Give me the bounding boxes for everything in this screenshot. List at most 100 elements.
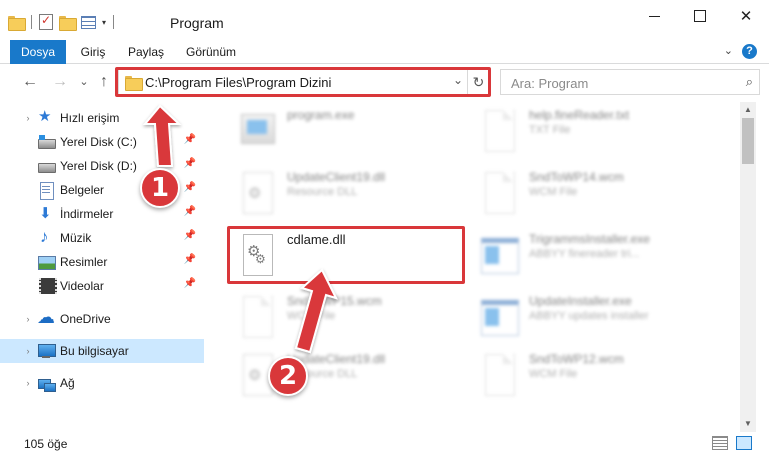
sidebar-item-downloads[interactable]: İndirmeler 📌 (0, 202, 204, 226)
vertical-scrollbar[interactable]: ▲ ▼ (740, 102, 756, 432)
sidebar-item-label: Belgeler (60, 183, 105, 197)
search-icon: ⌕ (745, 74, 753, 89)
sidebar-item-label: Videolar (60, 279, 104, 293)
sidebar-item-label: OneDrive (60, 312, 111, 326)
file-type: Resource DLL (287, 186, 358, 198)
close-button[interactable]: ✕ (723, 0, 769, 32)
cloud-icon (37, 307, 55, 328)
maximize-button[interactable] (677, 0, 723, 32)
file-name: SndToWP12.wcm (529, 352, 624, 366)
sidebar-item-onedrive[interactable]: › OneDrive (0, 307, 204, 331)
file-type: ABBYY updates installer (529, 310, 649, 322)
list-item[interactable]: help.fineReader.txt TXT File (459, 102, 699, 160)
item-count: 105 öğe (24, 437, 68, 451)
scrollbar-thumb[interactable] (742, 118, 754, 164)
sidebar-item-label: Yerel Disk (D:) (60, 159, 137, 173)
window-title: Program (170, 15, 224, 31)
pin-icon: 📌 (183, 182, 196, 193)
highlight-box-address (115, 67, 491, 97)
file-name: SndToWP14.wcm (529, 170, 624, 184)
forward-button[interactable]: → (50, 72, 70, 92)
star-icon (38, 107, 54, 126)
pin-icon: 📌 (183, 230, 196, 241)
list-item[interactable]: ⚙ UpdateClient19.dll Resource DLL (217, 164, 457, 222)
file-type: WCM File (287, 310, 336, 322)
quick-access-toolbar: ▾ (8, 13, 115, 31)
expand-chevron-icon[interactable]: › (22, 314, 34, 324)
toolbar-separator (113, 15, 115, 29)
window-controls: ✕ (631, 0, 769, 32)
application-window-icon (481, 232, 519, 278)
sidebar-item-pictures[interactable]: Resimler 📌 (0, 250, 204, 274)
expand-chevron-icon[interactable]: › (22, 113, 34, 123)
navigation-bar: ← → ⌄ ↑ C:\Program Files\Program Dizini … (0, 64, 769, 102)
file-name: UpdateInstaller.exe (529, 294, 632, 308)
sidebar-item-videos[interactable]: Videolar 📌 (0, 274, 204, 298)
list-item[interactable]: UpdateInstaller.exe ABBYY updates instal… (459, 288, 699, 346)
window-bottom-edge (0, 456, 769, 468)
large-icons-view-icon[interactable] (736, 436, 752, 450)
sidebar-item-label: Bu bilgisayar (60, 344, 129, 358)
list-item[interactable]: SndToWP15.wcm WCM File (217, 288, 457, 346)
details-view-icon[interactable] (712, 436, 728, 450)
tab-gorunum[interactable]: Görünüm (186, 40, 236, 64)
list-item[interactable]: ⚙ UpdateClient19.dll Resource DLL (217, 346, 457, 404)
up-button[interactable]: ↑ (94, 72, 114, 92)
download-icon (38, 204, 54, 222)
music-icon (38, 227, 54, 247)
file-type: WCM File (529, 368, 578, 380)
network-icon (38, 375, 56, 392)
file-icon (481, 352, 517, 398)
sidebar-item-this-pc[interactable]: › Bu bilgisayar (0, 339, 204, 363)
pin-icon: 📌 (183, 206, 196, 217)
file-name: SndToWP15.wcm (287, 294, 382, 308)
file-type: TXT File (529, 124, 571, 136)
callout-badge-1: 1 (140, 168, 180, 208)
properties-icon[interactable] (39, 13, 53, 30)
new-folder-icon[interactable] (59, 15, 77, 31)
pin-icon: 📌 (183, 254, 196, 265)
expand-chevron-icon[interactable]: › (22, 378, 34, 388)
recent-locations-chevron-icon[interactable]: ⌄ (74, 72, 94, 92)
scroll-down-icon[interactable]: ▼ (740, 416, 756, 432)
search-box[interactable]: Ara: Program ⌕ (500, 69, 760, 95)
sidebar-item-music[interactable]: Müzik 📌 (0, 226, 204, 250)
file-name: help.fineReader.txt (529, 108, 630, 122)
file-type: ABBYY finereader tri... (529, 248, 640, 260)
text-file-icon (481, 108, 517, 154)
sidebar-item-local-disk-c[interactable]: Yerel Disk (C:) 📌 (0, 130, 204, 154)
sidebar-item-quick-access[interactable]: › Hızlı erişim (0, 106, 204, 130)
list-item[interactable]: SndToWP12.wcm WCM File (459, 346, 699, 404)
tab-paylas[interactable]: Paylaş (128, 40, 164, 64)
list-item[interactable]: SndToWP14.wcm WCM File (459, 164, 699, 222)
sidebar-item-network[interactable]: › Ağ (0, 371, 204, 395)
disk-icon (38, 134, 56, 150)
expand-chevron-icon[interactable]: › (22, 346, 34, 356)
file-icon (481, 170, 517, 216)
sidebar-item-label: Yerel Disk (C:) (60, 135, 137, 149)
list-item[interactable]: program.exe (217, 102, 457, 160)
expand-ribbon-chevron-icon[interactable]: ⌄ (724, 44, 733, 57)
minimize-button[interactable] (631, 0, 677, 32)
search-input[interactable]: Ara: Program (511, 76, 588, 91)
tab-dosya[interactable]: Dosya (10, 40, 66, 64)
navigation-pane: › Hızlı erişim Yerel Disk (C:) 📌 Yerel D… (0, 102, 204, 432)
sidebar-item-label: Hızlı erişim (60, 111, 120, 125)
folder-icon (8, 15, 26, 31)
dll-file-icon: ⚙ (239, 170, 275, 216)
list-item[interactable]: TrigrammsInstaller.exe ABBYY finereader … (459, 226, 699, 284)
scroll-up-icon[interactable]: ▲ (740, 102, 756, 118)
pin-icon: 📌 (183, 158, 196, 169)
view-options-icon[interactable] (81, 15, 96, 29)
sidebar-item-label: Resimler (60, 255, 108, 269)
back-button[interactable]: ← (20, 72, 40, 92)
picture-icon (38, 254, 56, 270)
help-icon[interactable]: ? (742, 44, 757, 59)
file-name: program.exe (287, 108, 355, 122)
callout-badge-2: 2 (268, 356, 308, 396)
customize-toolbar-chevron-icon[interactable]: ▾ (102, 18, 106, 27)
sidebar-item-label: İndirmeler (60, 207, 114, 221)
application-window-icon (481, 294, 519, 340)
tab-giris[interactable]: Giriş (78, 40, 108, 64)
computer-icon (38, 343, 56, 359)
